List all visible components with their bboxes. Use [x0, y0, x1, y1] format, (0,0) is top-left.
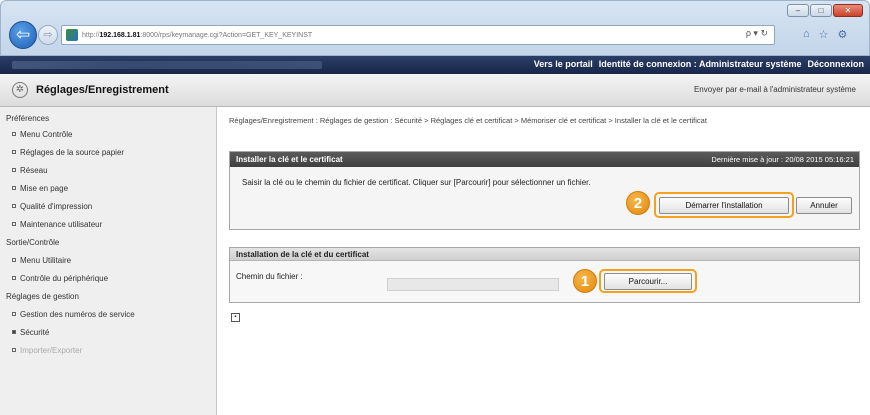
back-button[interactable]: ⇦	[9, 21, 37, 49]
forward-button[interactable]: ⇨	[38, 25, 58, 45]
sidebar-item-label: Qualité d'impression	[20, 202, 93, 211]
bullet-icon	[12, 186, 16, 190]
sidebar-item-label: Menu Utilitaire	[20, 256, 72, 265]
email-admin-link[interactable]: Envoyer par e-mail à l'administrateur sy…	[694, 85, 856, 94]
settings-gear-icon[interactable]: ⚙	[838, 28, 848, 41]
start-installation-button[interactable]: Démarrer l'installation	[659, 197, 789, 214]
bullet-icon	[12, 312, 16, 316]
bullet-icon	[12, 258, 16, 262]
page-title: Réglages/Enregistrement	[36, 84, 169, 96]
browser-toolbar-icons: ⌂ ☆ ⚙	[803, 28, 847, 41]
maximize-button[interactable]: □	[810, 4, 832, 17]
sidebar-item-label: Mise en page	[20, 184, 69, 193]
sidebar-heading-sortie[interactable]: Sortie/Contrôle	[6, 238, 59, 247]
install-panel-header: Installer la clé et le certificat Derniè…	[230, 152, 859, 167]
bullet-icon	[12, 222, 16, 226]
site-favicon-icon	[66, 29, 78, 41]
bullet-icon	[12, 132, 16, 136]
file-path-label: Chemin du fichier :	[236, 272, 303, 281]
instruction-text: Saisir la clé ou le chemin du fichier de…	[242, 178, 591, 187]
install-panel-title: Installer la clé et le certificat	[236, 155, 343, 164]
sidebar-item-label: Importer/Exporter	[20, 346, 83, 355]
address-tools[interactable]: ρ ▾ ↻	[746, 28, 768, 39]
cert-panel-title: Installation de la clé et du certificat	[230, 248, 859, 261]
sidebar-heading-preferences[interactable]: Préférences	[6, 114, 49, 123]
remote-ui-topbar: Vers le portail Identité de connexion : …	[0, 56, 870, 74]
url-prefix: http://	[82, 31, 100, 39]
browser-chrome: – □ ✕ ⇦ ⇨ http://192.168.1.81:8000/rps/k…	[0, 0, 870, 56]
logout-link[interactable]: Déconnexion	[807, 59, 864, 69]
sidebar: Préférences Menu Contrôle Réglages de la…	[0, 107, 217, 415]
sidebar-item-numeros-service[interactable]: Gestion des numéros de service	[12, 310, 135, 319]
main-content: Réglages/Enregistrement : Réglages de ge…	[218, 107, 870, 415]
favorites-icon[interactable]: ☆	[819, 28, 829, 41]
sidebar-item-menu-utilitaire[interactable]: Menu Utilitaire	[12, 256, 71, 265]
address-bar[interactable]: http://192.168.1.81:8000/rps/keymanage.c…	[61, 25, 775, 45]
step-1-badge: 1	[573, 269, 597, 293]
install-key-certificate-panel: Installer la clé et le certificat Derniè…	[229, 151, 860, 230]
close-button[interactable]: ✕	[833, 4, 863, 17]
device-name-blurred	[12, 61, 322, 69]
minimize-button[interactable]: –	[787, 4, 809, 17]
sidebar-item-label: Réseau	[20, 166, 48, 175]
sidebar-heading-gestion[interactable]: Réglages de gestion	[6, 292, 79, 301]
sidebar-item-label: Gestion des numéros de service	[20, 310, 135, 319]
sidebar-item-importer-exporter[interactable]: Importer/Exporter	[12, 346, 82, 355]
bullet-icon	[12, 150, 16, 154]
bullet-active-icon	[12, 330, 16, 334]
url-text[interactable]: http://192.168.1.81:8000/rps/keymanage.c…	[82, 32, 312, 39]
key-certificate-install-panel: Installation de la clé et du certificat …	[229, 247, 860, 303]
sidebar-item-source-papier[interactable]: Réglages de la source papier	[12, 148, 124, 157]
page-header: ✲ Réglages/Enregistrement Envoyer par e-…	[0, 74, 870, 107]
bullet-icon	[12, 168, 16, 172]
browse-button[interactable]: Parcourir...	[604, 273, 692, 290]
step-2-badge: 2	[626, 191, 650, 215]
url-host: 192.168.1.81	[99, 31, 141, 39]
portal-link[interactable]: Vers le portail	[534, 59, 593, 69]
settings-flower-icon: ✲	[12, 82, 28, 98]
sidebar-item-reseau[interactable]: Réseau	[12, 166, 48, 175]
topbar-links: Vers le portail Identité de connexion : …	[534, 59, 864, 69]
login-id-text: Identité de connexion : Administrateur s…	[598, 59, 802, 69]
sidebar-item-mise-en-page[interactable]: Mise en page	[12, 184, 68, 193]
file-path-input[interactable]	[387, 278, 559, 291]
bullet-icon	[12, 204, 16, 208]
sidebar-item-qualite[interactable]: Qualité d'impression	[12, 202, 92, 211]
url-path: :8000/rps/keymanage.cgi?Action=GET_KEY_K…	[140, 31, 313, 39]
bullet-icon	[12, 276, 16, 280]
sidebar-item-controle-peripherique[interactable]: Contrôle du périphérique	[12, 274, 108, 283]
sidebar-item-label: Réglages de la source papier	[20, 148, 125, 157]
sidebar-item-menu-controle[interactable]: Menu Contrôle	[12, 130, 72, 139]
sidebar-item-label: Sécurité	[20, 328, 50, 337]
expand-toggle-icon[interactable]: ▪	[231, 313, 240, 322]
window-controls: – □ ✕	[787, 4, 863, 17]
sidebar-item-label: Menu Contrôle	[20, 130, 73, 139]
home-icon[interactable]: ⌂	[803, 28, 810, 41]
last-updated-text: Dernière mise à jour : 20/08 2015 05:16:…	[711, 155, 854, 164]
sidebar-item-label: Maintenance utilisateur	[20, 220, 103, 229]
breadcrumb: Réglages/Enregistrement : Réglages de ge…	[229, 116, 707, 125]
sidebar-item-maintenance[interactable]: Maintenance utilisateur	[12, 220, 102, 229]
bullet-icon	[12, 348, 16, 352]
sidebar-item-securite[interactable]: Sécurité	[12, 328, 49, 337]
cancel-button[interactable]: Annuler	[796, 197, 852, 214]
sidebar-item-label: Contrôle du périphérique	[20, 274, 109, 283]
